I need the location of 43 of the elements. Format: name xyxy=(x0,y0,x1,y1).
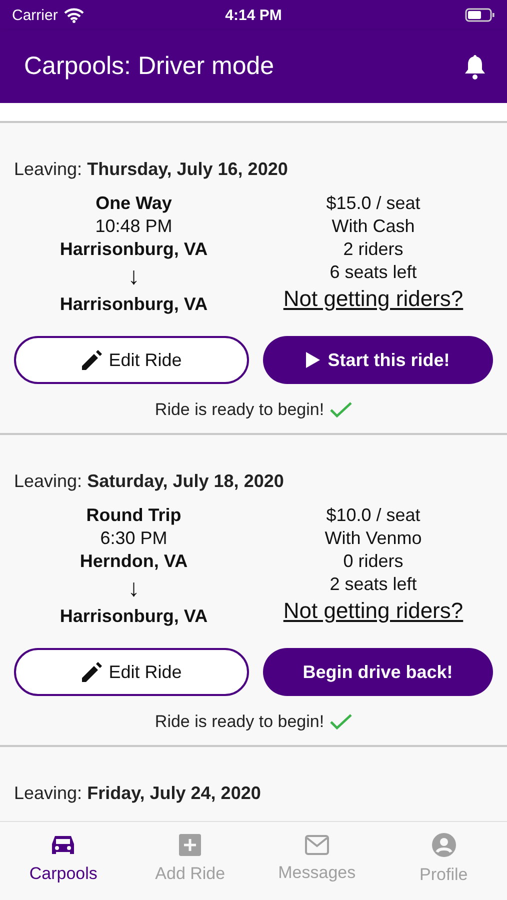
riders-help-link[interactable]: Not getting riders? xyxy=(283,599,464,622)
payment-method: With Cash xyxy=(332,215,415,238)
seat-price: $10.0 / seat xyxy=(326,504,420,527)
status-time: 4:14 PM xyxy=(225,6,282,24)
leaving-date: Leaving: Thursday, July 16, 2020 xyxy=(14,159,289,180)
edit-ride-button[interactable]: Edit Ride xyxy=(14,648,248,696)
ride-status: Ride is ready to begin! xyxy=(154,400,324,420)
riders-help-link[interactable]: Not getting riders? xyxy=(283,287,464,310)
play-icon xyxy=(306,352,320,368)
start-ride-button[interactable]: Begin drive back! xyxy=(262,648,493,696)
edit-ride-button[interactable]: Edit Ride xyxy=(14,336,248,384)
origin-city: Harrisonburg, VA xyxy=(60,238,208,261)
seat-price: $15.0 / seat xyxy=(326,192,420,215)
departure-time: 6:30 PM xyxy=(100,527,168,550)
leaving-date: Leaving: Saturday, July 18, 2020 xyxy=(14,471,285,492)
pencil-icon xyxy=(80,349,103,371)
add-icon xyxy=(179,834,202,856)
down-arrow: ↓ xyxy=(128,574,140,604)
payment-method: With Venmo xyxy=(324,527,422,550)
destination-city: Harrisonburg, VA xyxy=(60,605,208,628)
bell-icon[interactable] xyxy=(463,54,487,80)
profile-icon xyxy=(432,832,456,856)
departure-time: 10:48 PM xyxy=(95,215,172,238)
mail-icon xyxy=(304,834,329,854)
ride-status: Ride is ready to begin! xyxy=(154,712,324,732)
battery-icon xyxy=(464,8,495,22)
rider-count: 0 riders xyxy=(343,550,404,573)
leaving-date: Leaving: Friday, July 24, 2020 xyxy=(14,783,262,804)
app-title: Carpools: Driver mode xyxy=(24,52,274,81)
rider-count: 2 riders xyxy=(343,238,404,261)
destination-city: Harrisonburg, VA xyxy=(60,293,208,316)
carrier-label: Carrier xyxy=(12,6,58,24)
origin-city: Herndon, VA xyxy=(80,550,188,573)
seats-left: 2 seats left xyxy=(330,573,417,596)
trip-type: Round Trip xyxy=(86,504,182,527)
car-icon xyxy=(50,834,76,856)
pencil-icon xyxy=(80,661,103,683)
start-ride-button[interactable]: Start this ride! xyxy=(262,336,493,384)
trip-type: One Way xyxy=(96,192,172,215)
wifi-icon xyxy=(64,8,84,22)
tab-item[interactable]: Carpools xyxy=(0,822,127,900)
down-arrow: ↓ xyxy=(128,262,140,292)
seats-left: 6 seats left xyxy=(330,261,417,284)
